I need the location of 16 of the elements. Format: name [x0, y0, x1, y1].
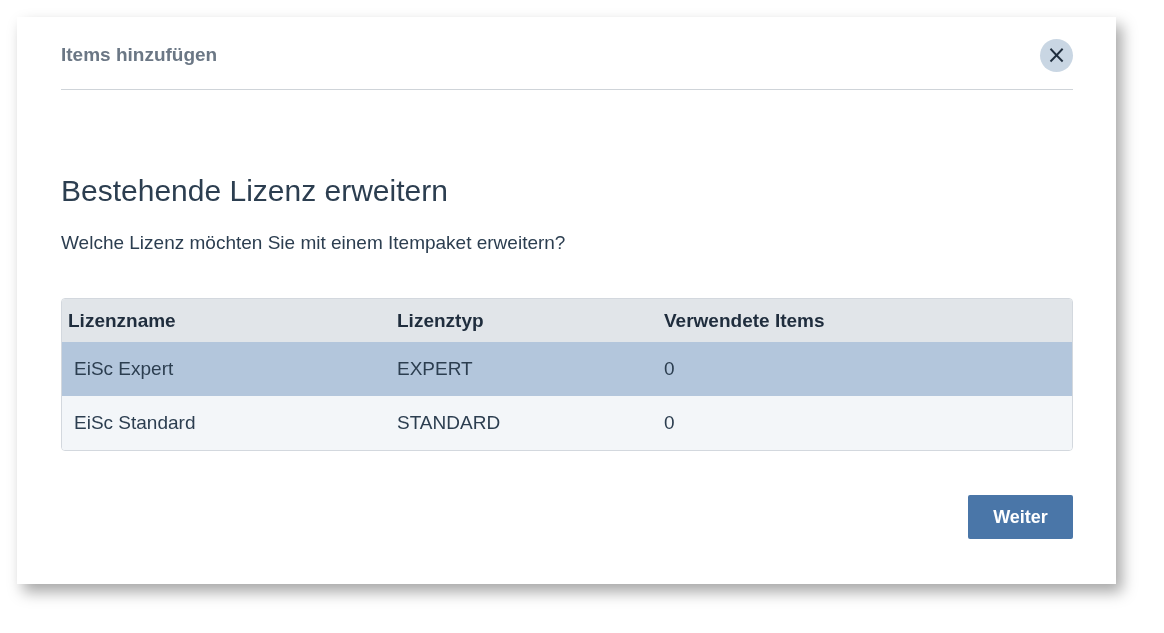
- table-cell-text: 0: [663, 358, 676, 380]
- column-header: Lizenzname: [67, 309, 177, 332]
- table-cell-text: 0: [663, 412, 676, 434]
- table-cell-text: EiSc Standard: [73, 412, 197, 434]
- section-heading: Bestehende Lizenz erweitern: [61, 174, 449, 208]
- close-button[interactable]: ×: [1040, 38, 1073, 72]
- dialog-title: Items hinzufügen: [61, 43, 218, 66]
- table-cell-text: EXPERT: [396, 358, 474, 380]
- next-button[interactable]: Weiter: [968, 495, 1073, 539]
- column-header: Verwendete Items: [663, 309, 826, 332]
- column-header: Lizenztyp: [396, 309, 485, 332]
- table-row[interactable]: EiSc Standard STANDARD 0: [62, 396, 1072, 450]
- question-text: Welche Lizenz möchten Sie mit einem Itempaket erweitern?: [61, 232, 567, 254]
- table-cell-text: STANDARD: [396, 412, 502, 434]
- table-row[interactable]: EiSc Expert EXPERT 0: [62, 342, 1072, 396]
- table-cell-text: EiSc Expert: [73, 358, 175, 380]
